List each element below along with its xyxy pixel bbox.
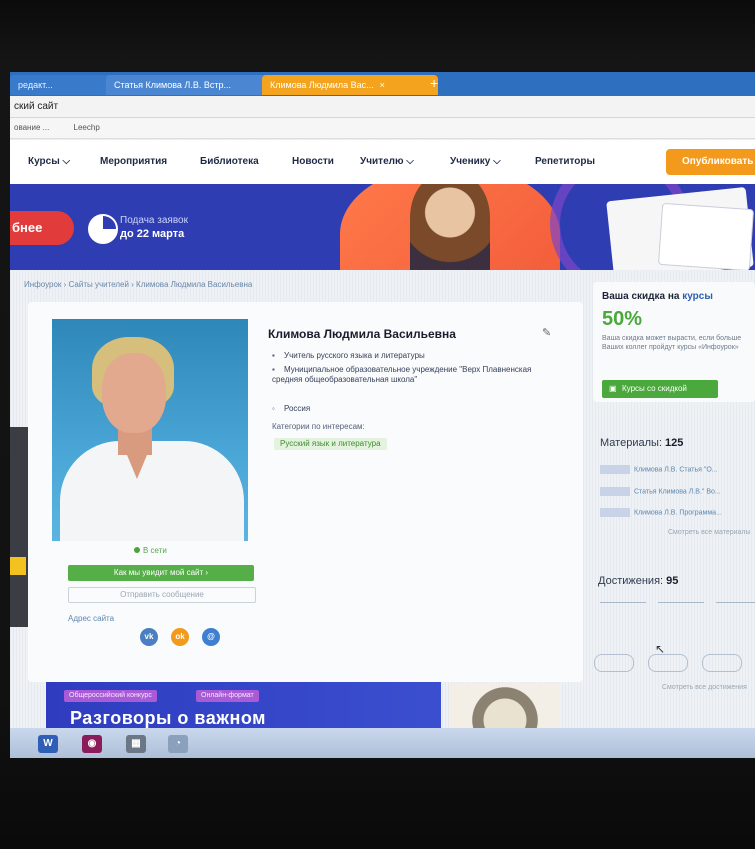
banner-button[interactable]: бнее	[10, 211, 74, 245]
clock-icon	[88, 214, 118, 244]
online-status: В сети	[134, 546, 167, 555]
side-ad-button[interactable]	[10, 557, 26, 575]
bookmark-item[interactable]: Leechp	[74, 123, 100, 132]
nav-events[interactable]: Мероприятия	[100, 156, 167, 167]
banner-portrait	[410, 184, 490, 270]
format-tag: Онлайн-формат	[196, 690, 259, 702]
banner-deadline: до 22 марта	[120, 228, 185, 240]
achievement-badge[interactable]	[594, 654, 634, 672]
achievements-count: 95	[666, 575, 679, 587]
nav-courses[interactable]: Курсы ⌵	[28, 156, 70, 167]
achievement-badge[interactable]	[648, 654, 688, 672]
bookmarks-bar: ование ... Leechp	[10, 118, 755, 139]
discount-percent: 50%	[602, 308, 643, 330]
materials-more-link[interactable]: Смотреть все материалы	[668, 529, 751, 536]
materials-label: Материалы:	[600, 437, 662, 449]
view-site-button[interactable]: Как мы увидит мой сайт ›	[68, 565, 254, 581]
app-icon[interactable]: ◉	[82, 735, 102, 753]
profile-organization: ▪ Муниципальное образовательное учреждени…	[272, 365, 552, 385]
publish-button[interactable]: Опубликовать	[666, 149, 755, 175]
calc-icon[interactable]: ▦	[126, 735, 146, 753]
avatar	[52, 319, 248, 541]
ok-icon[interactable]: ok	[171, 628, 189, 646]
bookmark-item[interactable]: ование ...	[14, 123, 49, 132]
category-tag[interactable]: Русский язык и литература	[274, 438, 387, 450]
material-item[interactable]: Климова Л.В. Программа...	[600, 508, 722, 517]
material-title: Климова Л.В. Программа...	[634, 509, 722, 517]
cart-icon: ▣	[609, 384, 617, 393]
side-ad	[10, 427, 30, 627]
discount-courses-link[interactable]: курсы	[682, 291, 713, 302]
new-tab-button[interactable]: +	[430, 75, 438, 91]
categories-label: Категории по интересам:	[272, 422, 365, 431]
vk-icon[interactable]: vk	[140, 628, 158, 646]
achievements-header: Достижения: 95	[598, 575, 678, 587]
network-icon[interactable]: ◔	[168, 735, 188, 753]
site-nav: Курсы ⌵ Мероприятия Библиотека Новости У…	[10, 140, 755, 185]
material-title: Климова Л.В. Статья "О...	[634, 466, 718, 474]
profile-position: ▪ Учитель русского языка и литературы	[272, 351, 542, 361]
screen: редакт... Статья Климова Л.В. Встр... Кл…	[10, 72, 755, 758]
discount-button-label: Курсы со скидкой	[622, 384, 687, 393]
promo-banner[interactable]: бнее Подача заявок до 22 марта	[10, 184, 755, 270]
materials-header: Материалы: 125	[600, 437, 683, 449]
profile-name: Климова Людмила Васильевна	[268, 327, 456, 341]
discount-title: Ваша скидка на курсы	[602, 291, 713, 302]
discount-courses-button[interactable]: ▣ Курсы со скидкой	[602, 380, 718, 398]
browser-tab-active[interactable]: Климова Людмила Вас... ×	[262, 75, 438, 95]
nav-teacher[interactable]: Учителю ⌵	[360, 156, 414, 167]
status-text: В сети	[143, 546, 167, 555]
nav-tutors[interactable]: Репетиторы	[535, 156, 595, 167]
browser-tab-1[interactable]: редакт...	[10, 75, 114, 95]
achievement-item[interactable]	[716, 602, 755, 609]
achievement-item[interactable]	[600, 602, 646, 609]
banner-subtitle: Подача заявок	[120, 215, 188, 226]
banner-certificate	[657, 202, 755, 270]
achievements-more-link[interactable]: Смотреть все достижения	[662, 684, 747, 691]
country-text: Россия	[284, 404, 311, 413]
material-thumbnail	[600, 508, 630, 517]
tab-label: редакт...	[18, 80, 53, 90]
taskbar	[10, 728, 755, 758]
address-bar[interactable]: ский сайт	[10, 96, 755, 118]
contest-tag: Общероссийский конкурс	[64, 690, 157, 702]
mouse-cursor-icon: ↖	[655, 642, 666, 656]
material-item[interactable]: Климова Л.В. Статья "О...	[600, 465, 718, 474]
site-address-label: Адрес сайта	[68, 614, 115, 623]
achievements-label: Достижения:	[598, 575, 664, 587]
contest-title: Разговоры о важном	[70, 708, 266, 728]
position-text: Учитель русского языка и литературы	[284, 351, 425, 360]
nav-news[interactable]: Новости	[292, 156, 334, 167]
achievement-item[interactable]	[658, 602, 704, 609]
material-thumbnail	[600, 465, 630, 474]
school-icon: ▪	[272, 365, 275, 374]
profile-country: ◦ Россия	[272, 404, 310, 414]
discount-description: Ваша скидка может вырасти, если больше В…	[602, 335, 742, 351]
browser-tab-2[interactable]: Статья Климова Л.В. Встр...	[106, 75, 272, 95]
material-thumbnail	[600, 487, 630, 496]
nav-student[interactable]: Ученику ⌵	[450, 156, 501, 167]
mail-icon[interactable]: @	[202, 628, 220, 646]
word-icon[interactable]: W	[38, 735, 58, 753]
send-message-button[interactable]: Отправить сообщение	[68, 587, 256, 603]
achievement-badge[interactable]	[702, 654, 742, 672]
browser-tab-bar: редакт... Статья Климова Л.В. Встр... Кл…	[10, 72, 755, 96]
online-dot-icon	[134, 547, 140, 553]
tab-label: Климова Людмила Вас...	[270, 80, 374, 90]
nav-library[interactable]: Библиотека	[200, 156, 259, 167]
organization-text: Муниципальное образовательное учреждение…	[272, 365, 532, 384]
tab-label: Статья Климова Л.В. Встр...	[114, 80, 231, 90]
edit-pencil-icon[interactable]: ✎	[542, 326, 551, 339]
book-icon: ▪	[272, 351, 275, 360]
breadcrumb[interactable]: Инфоурок › Сайты учителей › Климова Людм…	[24, 280, 252, 289]
tab-close-icon[interactable]: ×	[380, 80, 385, 90]
material-title: Статья Климова Л.В." Во...	[634, 488, 721, 496]
discount-title-text: Ваша скидка на	[602, 291, 680, 302]
material-item[interactable]: Статья Климова Л.В." Во...	[600, 487, 721, 496]
location-icon: ◦	[272, 404, 275, 413]
materials-count: 125	[665, 437, 684, 449]
